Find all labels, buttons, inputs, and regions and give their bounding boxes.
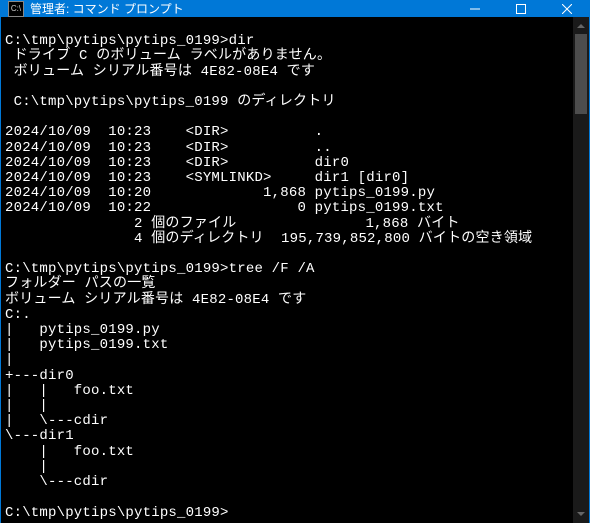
maximize-button[interactable] [498, 0, 544, 17]
scrollbar[interactable] [573, 17, 589, 523]
close-icon [562, 4, 572, 14]
titlebar[interactable]: C:\ 管理者: コマンド プロンプト [0, 0, 590, 17]
close-button[interactable] [544, 0, 590, 17]
scroll-up-button[interactable] [573, 17, 589, 34]
scroll-down-button[interactable] [573, 506, 589, 523]
cmd-icon: C:\ [8, 1, 24, 17]
scroll-thumb[interactable] [575, 34, 587, 114]
minimize-icon [470, 4, 480, 14]
client-area: C:\tmp\pytips\pytips_0199>dir ドライブ C のボリ… [1, 17, 589, 523]
window-title: 管理者: コマンド プロンプト [30, 0, 452, 17]
maximize-icon [516, 4, 526, 14]
window-controls [452, 0, 590, 17]
minimize-button[interactable] [452, 0, 498, 17]
chevron-down-icon [577, 512, 585, 516]
chevron-up-icon [577, 24, 585, 28]
terminal-output[interactable]: C:\tmp\pytips\pytips_0199>dir ドライブ C のボリ… [1, 17, 573, 523]
